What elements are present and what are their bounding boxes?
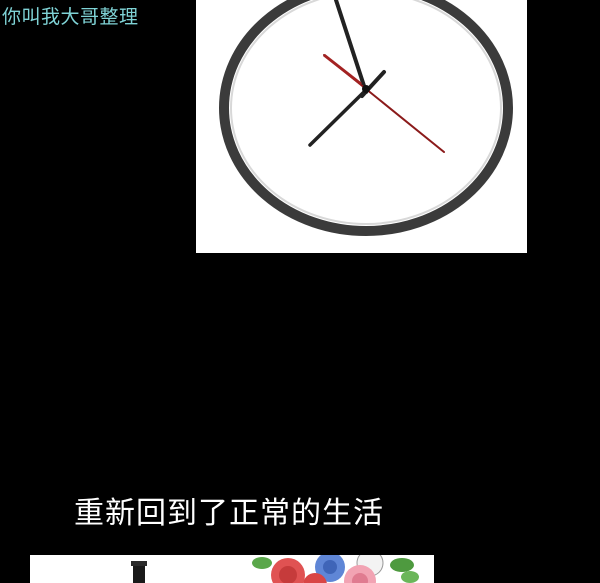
clock-illustration-panel xyxy=(196,0,527,253)
wall-clock-illustration xyxy=(219,0,513,236)
hour-hand xyxy=(308,88,368,147)
bottle-cap xyxy=(131,561,147,566)
clock-rim-inner-shade xyxy=(230,0,502,225)
caption-text: 重新回到了正常的生活 xyxy=(74,496,384,531)
leaf-left xyxy=(252,557,272,569)
minute-hand xyxy=(334,0,368,94)
bouquet-illustration xyxy=(131,555,419,583)
rose-blue-inner xyxy=(323,560,337,574)
watermark-text: 你叫我大哥整理 xyxy=(2,6,139,28)
bottom-illustration-panel xyxy=(30,555,434,583)
leaf-right xyxy=(390,558,414,572)
clock-rim xyxy=(219,0,513,236)
clock-center-pin xyxy=(362,85,370,93)
leaf-right-2 xyxy=(401,571,419,583)
